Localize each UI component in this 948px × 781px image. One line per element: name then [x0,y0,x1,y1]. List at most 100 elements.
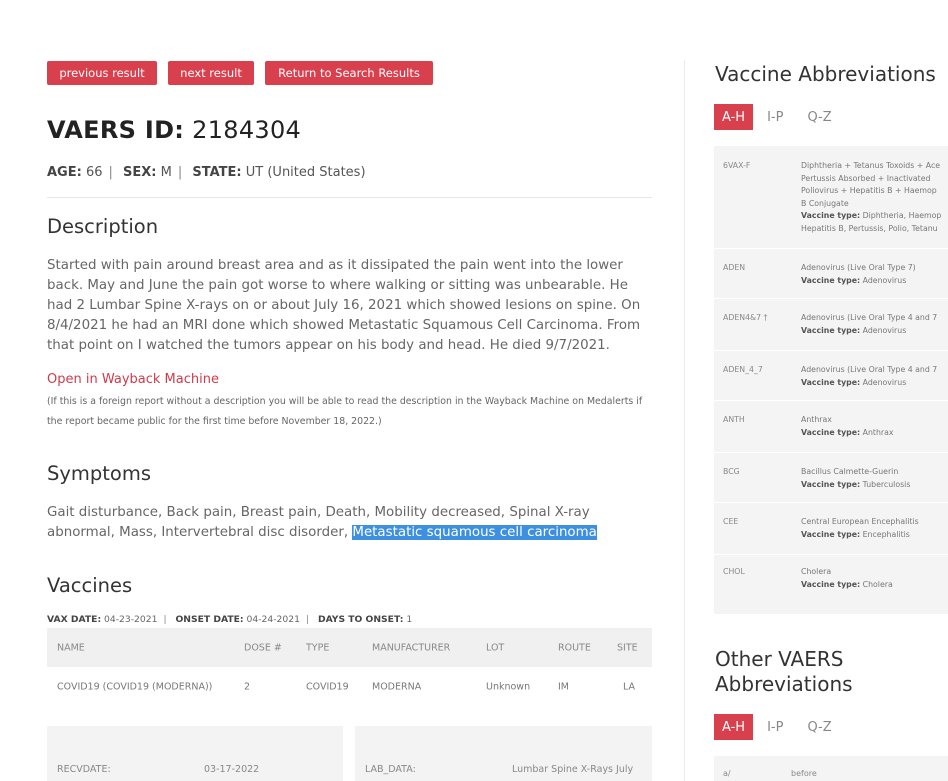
vaccine-name: COVID19 (COVID19 (MODERNA)) [57,681,213,693]
onset-date-label: ONSET DATE: [175,614,244,625]
days-to-onset-value: 1 [406,614,413,625]
tab-q-z[interactable]: Q-Z [799,714,839,740]
next-result-button[interactable]: next result [168,61,254,85]
type-value: Adenovirus [862,275,907,285]
type-label: Vaccine type: [801,377,861,387]
desc-line: Anthrax [801,415,832,424]
tab-a-h[interactable]: A-H [714,714,754,740]
desc-line: Bacillus Calmette-Guerin [801,467,899,476]
abbr-code: ADEN4&7 † [723,313,768,322]
tab-a-h[interactable]: A-H [714,104,754,130]
desc-line: Pertussis Absorbed + Inactivated [801,173,931,183]
abbr-description: Cholera Vaccine type: Cholera [801,566,948,591]
vax-dates: VAX DATE: 04-23-2021 | ONSET DATE: 04-24-… [47,614,412,625]
abbr-code: a/ [723,769,731,778]
abbr-code: ADEN [723,263,746,272]
type-label: Vaccine type: [801,529,861,539]
other-abbr-table: a/ before [714,756,948,781]
abbr-description: Bacillus Calmette-Guerin Vaccine type: T… [801,466,948,491]
column-header: ROUTE [558,642,591,653]
selected-symptom: Metastatic squamous cell carcinoma [352,525,597,540]
desc-line: Adenovirus (Live Oral Type 4 and 7 [801,313,938,322]
row-divider [714,350,948,351]
type-label: Vaccine type: [801,579,861,589]
desc-line: Diphtheria + Tetanus Toxoids + Ace [801,161,941,170]
desc-line: Cholera [801,567,832,576]
abbr-description: Adenovirus (Live Oral Type 4 and 7 Vacci… [801,312,948,337]
sidebar-divider [684,60,685,781]
abbr-code: BCG [723,467,740,476]
return-to-search-button[interactable]: Return to Search Results [265,61,433,85]
vaccine-abbreviations-title: Vaccine Abbreviations [715,62,936,86]
onset-date-value: 04-24-2021 [246,614,300,625]
abbr-description: Adenovirus (Live Oral Type 7) Vaccine ty… [801,262,948,287]
row-divider [714,452,948,453]
column-header: MANUFACTURER [372,642,451,653]
state-value: UT (United States) [245,165,366,180]
recvdate-box: RECVDATE: 03-17-2022 [47,726,343,781]
type-label: Vaccine type: [801,275,861,285]
type-value: Hepatitis B, Pertussis, Polio, Tetanu [801,223,938,233]
abbr-description: Adenovirus (Live Oral Type 4 and 7 Vacci… [801,364,948,389]
type-value: Adenovirus [862,325,907,335]
lab-data-label: LAB_DATA: [365,764,416,775]
vaccine-type: COVID19 [306,681,349,693]
type-value: Diphtheria, Haemop [862,211,942,220]
table-row: COVID19 (COVID19 (MODERNA)) 2 COVID19 MO… [47,667,652,707]
other-abbreviations-title: Other VAERS Abbreviations [715,647,853,697]
vaccines-table: NAME DOSE # TYPE MANUFACTURER LOT ROUTE … [47,628,652,707]
sex-label: SEX: [123,165,157,180]
symptoms-heading: Symptoms [47,462,152,485]
vaers-id-value: 2184304 [192,116,302,144]
abbr-description: Anthrax Vaccine type: Anthrax [801,414,948,439]
type-label: Vaccine type: [801,479,861,489]
tab-i-p[interactable]: I-P [759,104,791,130]
divider [47,197,652,198]
separator: | [108,165,113,180]
separator: | [305,614,310,625]
abbr-description: Central European Encephalitis Vaccine ty… [801,516,948,541]
days-to-onset-label: DAYS TO ONSET: [317,614,404,625]
route: IM [558,681,569,693]
type-value: Encephalitis [862,529,910,539]
description-heading: Description [47,215,159,238]
vaers-id-label: VAERS ID: [47,116,185,144]
vaccine-abbr-table: 6VAX-F Diphtheria + Tetanus Toxoids + Ac… [714,146,948,614]
separator: | [163,614,167,625]
wayback-note: (If this is a foreign report without a d… [47,396,643,427]
tab-q-z[interactable]: Q-Z [799,104,839,130]
wayback-link[interactable]: Open in Wayback Machine [47,372,219,387]
tab-i-p[interactable]: I-P [759,714,791,740]
abbr-code: ADEN_4_7 [723,365,763,374]
type-value: Anthrax [862,427,894,437]
lab-data-value: Lumbar Spine X-Rays July [512,764,634,775]
site: LA [623,681,636,693]
type-value: Cholera [862,579,893,589]
title-line: Abbreviations [715,672,853,696]
column-header: DOSE # [244,642,282,653]
dose-number: 2 [244,681,251,693]
abbr-code: 6VAX-F [723,161,751,170]
type-label: Vaccine type: [801,325,861,335]
column-header: SITE [617,642,638,653]
row-divider [714,554,948,555]
column-header: NAME [57,642,85,653]
row-divider [714,502,948,503]
table-header: NAME DOSE # TYPE MANUFACTURER LOT ROUTE … [47,628,652,667]
age-value: 66 [85,165,103,180]
desc-line: B Conjugate [801,198,849,208]
type-label: Vaccine type: [801,211,861,220]
desc-line: Adenovirus (Live Oral Type 4 and 7 [801,365,938,374]
column-header: LOT [486,642,505,653]
column-header: TYPE [306,642,330,653]
abbr-description: before [791,769,817,778]
abbr-description: Diphtheria + Tetanus Toxoids + Ace Pertu… [801,160,948,235]
type-label: Vaccine type: [801,427,861,437]
previous-result-button[interactable]: previous result [47,61,157,85]
lab-data-box: LAB_DATA: Lumbar Spine X-Rays July [355,726,652,781]
title-line: Other VAERS [715,647,844,671]
desc-line: Central European Encephalitis [801,517,919,526]
type-value: Adenovirus [862,377,907,387]
report-meta: AGE: 66 | SEX: M | STATE: UT (United State… [47,165,366,180]
recvdate-label: RECVDATE: [57,764,111,775]
